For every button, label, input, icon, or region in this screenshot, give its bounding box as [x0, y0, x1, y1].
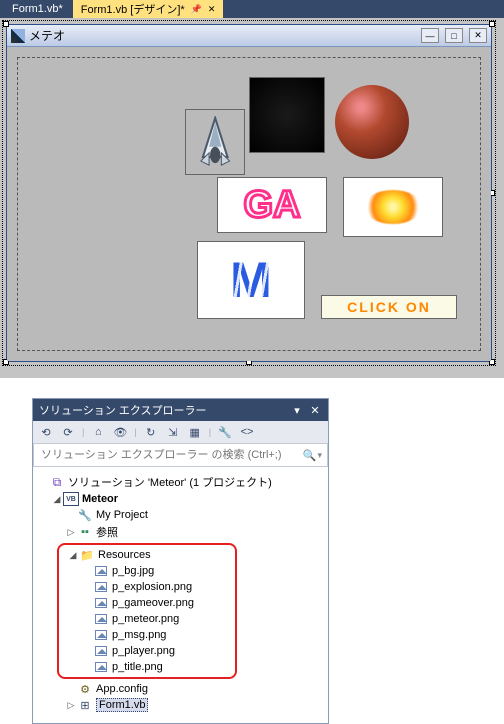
form-window[interactable]: メテオ — □ ✕ — [6, 24, 492, 362]
image-icon — [95, 598, 107, 608]
pin-icon[interactable]: 📌 — [191, 4, 202, 15]
solution-explorer-title-bar[interactable]: ソリューション エクスプローラー ▾ ✕ — [33, 399, 328, 421]
image-icon — [95, 630, 107, 640]
home-icon[interactable]: ⌂ — [90, 424, 106, 440]
tree-node-file[interactable]: p_player.png — [59, 643, 235, 659]
vb-project-icon: VB — [63, 492, 79, 506]
sync-icon[interactable]: 👁 — [112, 424, 128, 440]
tree-node-project[interactable]: ◢ VB Meteor — [37, 491, 324, 507]
solution-tree: ⧉ ソリューション 'Meteor' (1 プロジェクト) ◢ VB Meteo… — [33, 467, 328, 723]
image-icon — [95, 582, 107, 592]
node-label: My Project — [96, 509, 148, 521]
picturebox-meteor[interactable] — [335, 85, 409, 159]
tree-node-file[interactable]: p_meteor.png — [59, 611, 235, 627]
picturebox-explosion[interactable] — [343, 177, 443, 237]
references-icon: ▪▪ — [77, 525, 93, 539]
image-icon — [95, 662, 107, 672]
resize-handle[interactable] — [3, 21, 9, 27]
title-text: M — [230, 260, 272, 300]
picturebox-msg[interactable]: CLICK ON — [321, 295, 457, 319]
solution-icon: ⧉ — [49, 475, 65, 489]
minimize-button[interactable]: — — [421, 28, 439, 43]
node-label: App.config — [96, 683, 148, 695]
node-label: ソリューション 'Meteor' (1 プロジェクト) — [68, 474, 272, 490]
tree-node-file[interactable]: p_bg.jpg — [59, 563, 235, 579]
maximize-button[interactable]: □ — [445, 28, 463, 43]
tree-node-form1[interactable]: ▷ ⊞ Form1.vb — [37, 697, 324, 713]
image-icon — [95, 566, 107, 576]
panel-title: ソリューション エクスプローラー — [39, 402, 286, 418]
designer-surface: メテオ — □ ✕ — [0, 18, 504, 378]
close-icon[interactable]: ✕ — [308, 403, 322, 417]
folder-icon: 📁 — [79, 548, 95, 562]
forward-icon[interactable]: ⟳ — [60, 424, 76, 440]
node-label: p_gameover.png — [112, 597, 194, 609]
tree-node-appconfig[interactable]: ⚙ App.config — [37, 681, 324, 697]
back-icon[interactable]: ⟲ — [38, 424, 54, 440]
expander-icon[interactable]: ◢ — [67, 550, 79, 561]
tree-node-file[interactable]: p_msg.png — [59, 627, 235, 643]
gameover-text: GA — [244, 184, 301, 227]
image-icon — [95, 646, 107, 656]
tree-node-solution[interactable]: ⧉ ソリューション 'Meteor' (1 プロジェクト) — [37, 473, 324, 491]
dropdown-icon[interactable]: ▾ — [290, 403, 304, 417]
expander-icon[interactable]: ▷ — [65, 527, 77, 538]
resize-handle[interactable] — [489, 21, 495, 27]
picturebox-player[interactable] — [185, 109, 245, 175]
collapse-icon[interactable]: ⇲ — [165, 424, 181, 440]
node-label: p_explosion.png — [112, 581, 192, 593]
node-label: 参照 — [96, 524, 118, 540]
node-label: Form1.vb — [96, 698, 148, 712]
showall-icon[interactable]: ▦ — [187, 424, 203, 440]
solution-explorer-toolbar: ⟲ ⟳ | ⌂ 👁 | ↻ ⇲ ▦ | 🔧 <> — [33, 421, 328, 444]
form-icon: ⊞ — [77, 698, 93, 712]
node-label: Resources — [98, 549, 151, 561]
tree-node-file[interactable]: p_gameover.png — [59, 595, 235, 611]
search-icon[interactable]: 🔍 — [301, 447, 317, 463]
node-label: p_title.png — [112, 661, 163, 673]
solution-explorer-panel: ソリューション エクスプローラー ▾ ✕ ⟲ ⟳ | ⌂ 👁 | ↻ ⇲ ▦ |… — [32, 398, 329, 724]
highlighted-resources-group: ◢ 📁 Resources p_bg.jpg p_explosion.png p… — [57, 543, 237, 679]
node-label: p_bg.jpg — [112, 565, 154, 577]
tree-node-resources[interactable]: ◢ 📁 Resources — [59, 547, 235, 563]
picturebox-gameover[interactable]: GA — [217, 177, 327, 233]
node-label: p_player.png — [112, 645, 175, 657]
document-tab-bar: Form1.vb* Form1.vb [デザイン]* 📌 ✕ — [0, 0, 504, 18]
wrench-icon: 🔧 — [77, 508, 93, 522]
solution-explorer-search[interactable]: 🔍 ▾ — [33, 444, 328, 467]
search-input[interactable] — [39, 448, 301, 462]
picturebox-title[interactable]: M — [197, 241, 305, 319]
explosion-graphic — [364, 190, 423, 225]
tree-node-file[interactable]: p_title.png — [59, 659, 235, 675]
expander-icon[interactable]: ▷ — [65, 700, 77, 711]
window-title: メテオ — [29, 27, 415, 44]
refresh-icon[interactable]: ↻ — [143, 424, 159, 440]
properties-icon[interactable]: 🔧 — [217, 424, 233, 440]
msg-text: CLICK ON — [347, 299, 431, 315]
tab-form1-code[interactable]: Form1.vb* — [4, 0, 71, 18]
image-icon — [95, 614, 107, 624]
tab-label: Form1.vb [デザイン]* — [81, 1, 185, 17]
tree-node-file[interactable]: p_explosion.png — [59, 579, 235, 595]
title-bar[interactable]: メテオ — □ ✕ — [7, 25, 491, 47]
tree-node-references[interactable]: ▷ ▪▪ 参照 — [37, 523, 324, 541]
config-icon: ⚙ — [77, 682, 93, 696]
app-icon — [11, 29, 25, 43]
code-icon[interactable]: <> — [239, 424, 255, 440]
tab-form1-designer[interactable]: Form1.vb [デザイン]* 📌 ✕ — [73, 0, 224, 18]
node-label: p_msg.png — [112, 629, 166, 641]
picturebox-bg[interactable] — [249, 77, 325, 153]
node-label: p_meteor.png — [112, 613, 179, 625]
tab-label: Form1.vb* — [12, 3, 63, 15]
form-client-area[interactable]: GA M CLICK ON — [7, 47, 491, 361]
tree-node-myproject[interactable]: 🔧 My Project — [37, 507, 324, 523]
close-button[interactable]: ✕ — [469, 28, 487, 43]
close-icon[interactable]: ✕ — [208, 4, 216, 15]
node-label: Meteor — [82, 493, 118, 505]
expander-icon[interactable]: ◢ — [51, 494, 63, 505]
